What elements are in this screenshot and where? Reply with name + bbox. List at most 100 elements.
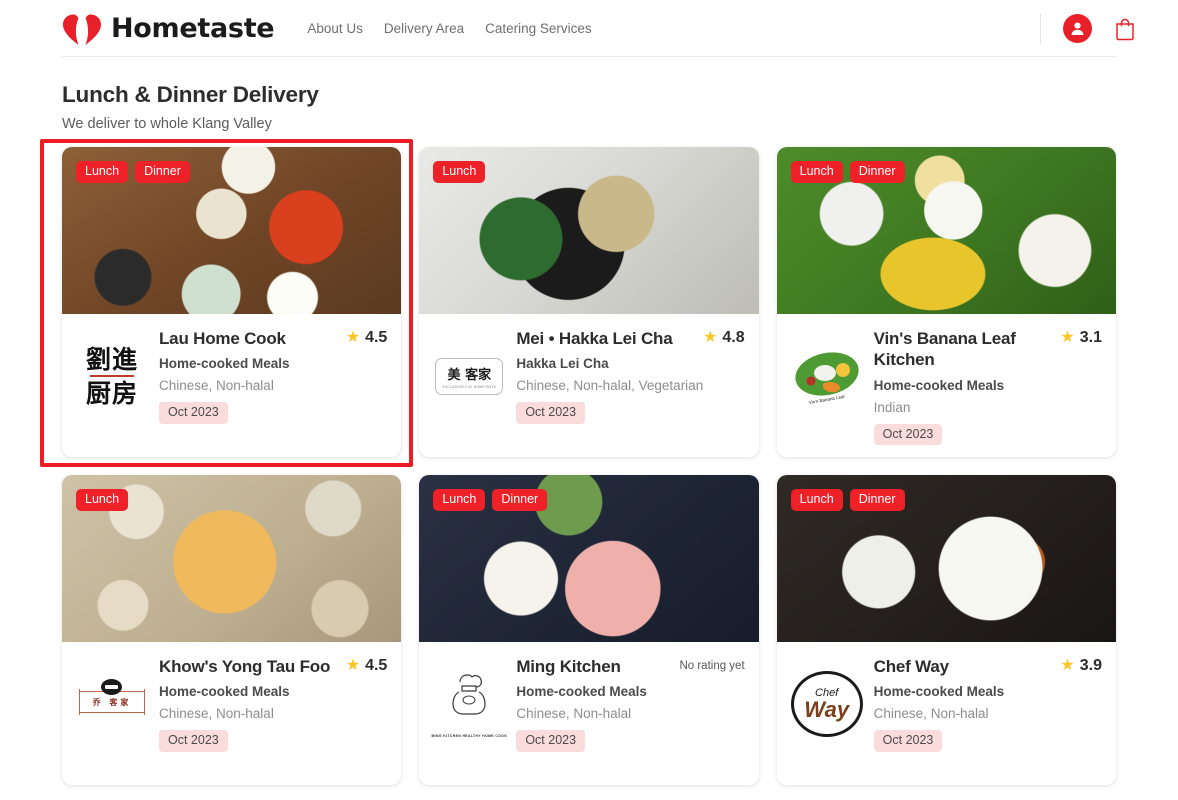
- rating: ★ 3.1: [1060, 328, 1102, 347]
- vendor-category: Home-cooked Meals: [516, 684, 647, 700]
- meal-badge[interactable]: Lunch: [76, 489, 129, 511]
- date-pill: Oct 2023: [873, 730, 943, 752]
- site-header: Hometaste About Us Delivery Area Caterin…: [0, 0, 1178, 57]
- star-icon: ★: [1060, 329, 1075, 346]
- meal-badges: Lunch Dinner: [433, 489, 548, 511]
- vendor-category: Home-cooked Meals: [159, 684, 290, 700]
- meal-badge[interactable]: Dinner: [135, 161, 190, 183]
- vendor-logo: 乔 客家 ·····: [74, 666, 150, 742]
- vendor-tags: Chinese, Non-halal: [159, 378, 274, 394]
- vendor-photo[interactable]: Lunch: [62, 475, 402, 642]
- vendor-card-slot: Lunch Dinner MING KITCHEN HEALTHY HOME COO…: [419, 475, 759, 785]
- vendor-category: Hakka Lei Cha: [516, 356, 609, 372]
- vendor-details: 劉進 厨房 Lau Home Cook ★ 4.5 Home-cooked Meals Ch…: [62, 314, 401, 457]
- vendor-photo[interactable]: Lunch Dinner: [776, 147, 1116, 314]
- vendor-category: Home-cooked Meals: [873, 377, 1005, 393]
- meal-badge[interactable]: Lunch: [76, 161, 129, 183]
- date-pill: Oct 2023: [873, 423, 943, 445]
- vendor-details: MING KITCHEN HEALTHY HOME COOK Ming Kitch…: [419, 642, 758, 785]
- vendor-text: Ming Kitchen No rating yet Home-cooked Mea…: [516, 656, 745, 785]
- shopping-bag-icon: [1116, 18, 1134, 40]
- vendor-card-slot: Lunch Dinner Chef Way Chef Way ★ 3.9 Home-cooke…: [776, 475, 1116, 785]
- vendor-photo[interactable]: Lunch Dinner: [419, 475, 759, 642]
- vendor-photo[interactable]: Lunch Dinner: [776, 475, 1116, 642]
- vendor-title-row: Chef Way ★ 3.9: [874, 656, 1102, 677]
- meal-badges: Lunch: [433, 161, 486, 183]
- vendor-text: Vin's Banana Leaf Kitchen ★ 3.1 Home-cooked…: [873, 328, 1102, 457]
- date-pill: Oct 2023: [159, 402, 228, 424]
- page-title: Lunch & Dinner Delivery: [62, 82, 319, 107]
- vendor-photo[interactable]: Lunch Dinner: [62, 147, 402, 314]
- vendor-name: Mei • Hakka Lei Cha: [516, 329, 673, 348]
- vendor-name: Ming Kitchen: [516, 657, 621, 676]
- date-pill: Oct 2023: [516, 730, 586, 752]
- vendor-photo[interactable]: Lunch: [419, 147, 759, 314]
- nav-link-catering-services[interactable]: Catering Services: [485, 21, 592, 36]
- page-header: Lunch & Dinner Delivery We deliver to wh…: [0, 57, 1178, 132]
- vendor-card-slot: Lunch Dinner 劉進 厨房 Lau Home Cook ★ 4.5 Home-coo…: [39, 139, 414, 467]
- vendor-title-row: Lau Home Cook ★ 4.5: [159, 328, 387, 349]
- nav-link-delivery-area[interactable]: Delivery Area: [384, 21, 464, 36]
- brand-name: Hometaste: [111, 13, 275, 44]
- vendor-tags: Chinese, Non-halal: [516, 706, 632, 722]
- vendor-tags: Chinese, Non-halal, Vegetarian: [516, 378, 704, 394]
- vendor-logo: 劉進 厨房: [85, 344, 138, 408]
- vendor-card[interactable]: Lunch Dinner Chef Way Chef Way ★ 3.9 Home-cooke…: [776, 475, 1116, 785]
- vendor-card-slot: Lunch 乔 客家 ····· Khow's Yong Tau Foo ★ 4.5 Hom…: [62, 475, 402, 785]
- meal-badge[interactable]: Dinner: [849, 161, 905, 183]
- vendor-title-row: Ming Kitchen No rating yet: [516, 656, 744, 677]
- vendor-card[interactable]: Lunch 乔 客家 ····· Khow's Yong Tau Foo ★ 4.5 Hom…: [62, 475, 402, 785]
- star-icon: ★: [345, 329, 361, 346]
- meal-badge[interactable]: Lunch: [433, 161, 486, 183]
- meal-badge[interactable]: Lunch: [790, 161, 843, 183]
- cart-button[interactable]: [1114, 16, 1138, 42]
- header-actions: [1040, 13, 1138, 44]
- vendor-text: Khow's Yong Tau Foo ★ 4.5 Home-cooked Meals…: [159, 656, 387, 785]
- vendor-logo: MING KITCHEN HEALTHY HOME COOK: [431, 666, 507, 742]
- vendor-card-grid: Lunch Dinner 劉進 厨房 Lau Home Cook ★ 4.5 Home-coo…: [0, 132, 1178, 785]
- star-icon: ★: [345, 657, 361, 674]
- vendor-title-row: Mei • Hakka Lei Cha ★ 4.8: [516, 328, 744, 349]
- date-pill: Oct 2023: [159, 730, 228, 752]
- vendor-logo: Vin's Banana Leaf: [789, 338, 865, 414]
- vendor-tags: Chinese, Non-halal: [873, 706, 989, 722]
- vendor-logo: Chef Way: [789, 666, 865, 742]
- rating: ★ 4.8: [703, 328, 745, 347]
- meal-badge[interactable]: Dinner: [849, 489, 905, 511]
- rating: ★ 4.5: [346, 328, 388, 347]
- meal-badge[interactable]: Dinner: [492, 489, 548, 511]
- account-button[interactable]: [1063, 14, 1092, 43]
- vendor-name: Chef Way: [873, 657, 949, 676]
- vendor-tags: Indian: [873, 399, 911, 415]
- rating-value: 4.5: [365, 329, 388, 346]
- vendor-tags: Chinese, Non-halal: [159, 706, 274, 722]
- brand-logo[interactable]: Hometaste: [62, 12, 275, 46]
- vendor-logo: 美 客家 EXCLUSIVELY AT HOMETASTE: [431, 338, 507, 414]
- page-subtitle: We deliver to whole Klang Valley: [62, 116, 272, 132]
- meal-badge[interactable]: Lunch: [790, 489, 843, 511]
- vendor-text: Chef Way ★ 3.9 Home-cooked Meals Chinese, No…: [873, 656, 1102, 785]
- vendor-card[interactable]: Lunch Dinner Vin's Banana Leaf Vin's Banana…: [776, 147, 1116, 457]
- rating-value: 4.5: [365, 657, 388, 674]
- vendor-text: Mei • Hakka Lei Cha ★ 4.8 Hakka Lei Cha Chin…: [516, 328, 745, 457]
- vendor-card[interactable]: Lunch Dinner MING KITCHEN HEALTHY HOME COO…: [419, 475, 759, 785]
- meal-badges: Lunch Dinner: [790, 161, 905, 183]
- header-divider: [1040, 13, 1041, 44]
- vendor-category: Home-cooked Meals: [873, 684, 1005, 700]
- user-avatar-icon: [1071, 22, 1084, 35]
- meal-badge[interactable]: Lunch: [433, 489, 486, 511]
- nav-link-about-us[interactable]: About Us: [307, 21, 363, 36]
- vendor-details: Vin's Banana Leaf Vin's Banana Leaf Kitch…: [777, 314, 1116, 457]
- vendor-category: Home-cooked Meals: [159, 356, 290, 372]
- svg-text:Vin's Banana Leaf: Vin's Banana Leaf: [808, 394, 845, 405]
- vendor-details: Chef Way Chef Way ★ 3.9 Home-cooked Meals Chin…: [777, 642, 1116, 785]
- rating-value: 3.9: [1079, 657, 1102, 674]
- vendor-card[interactable]: Lunch 美 客家 EXCLUSIVELY AT HOMETASTE Mei • H…: [419, 147, 759, 457]
- vendor-card[interactable]: Lunch Dinner 劉進 厨房 Lau Home Cook ★ 4.5 Home-coo…: [62, 147, 402, 457]
- vendor-details: 乔 客家 ····· Khow's Yong Tau Foo ★ 4.5 Home-coo…: [62, 642, 401, 785]
- heart-fork-spoon-icon: [63, 13, 101, 45]
- vendor-name: Khow's Yong Tau Foo: [159, 657, 331, 676]
- vendor-title-row: Khow's Yong Tau Foo ★ 4.5: [159, 656, 387, 677]
- main-nav: About Us Delivery Area Catering Services: [307, 21, 591, 36]
- rating: ★ 4.5: [346, 656, 388, 675]
